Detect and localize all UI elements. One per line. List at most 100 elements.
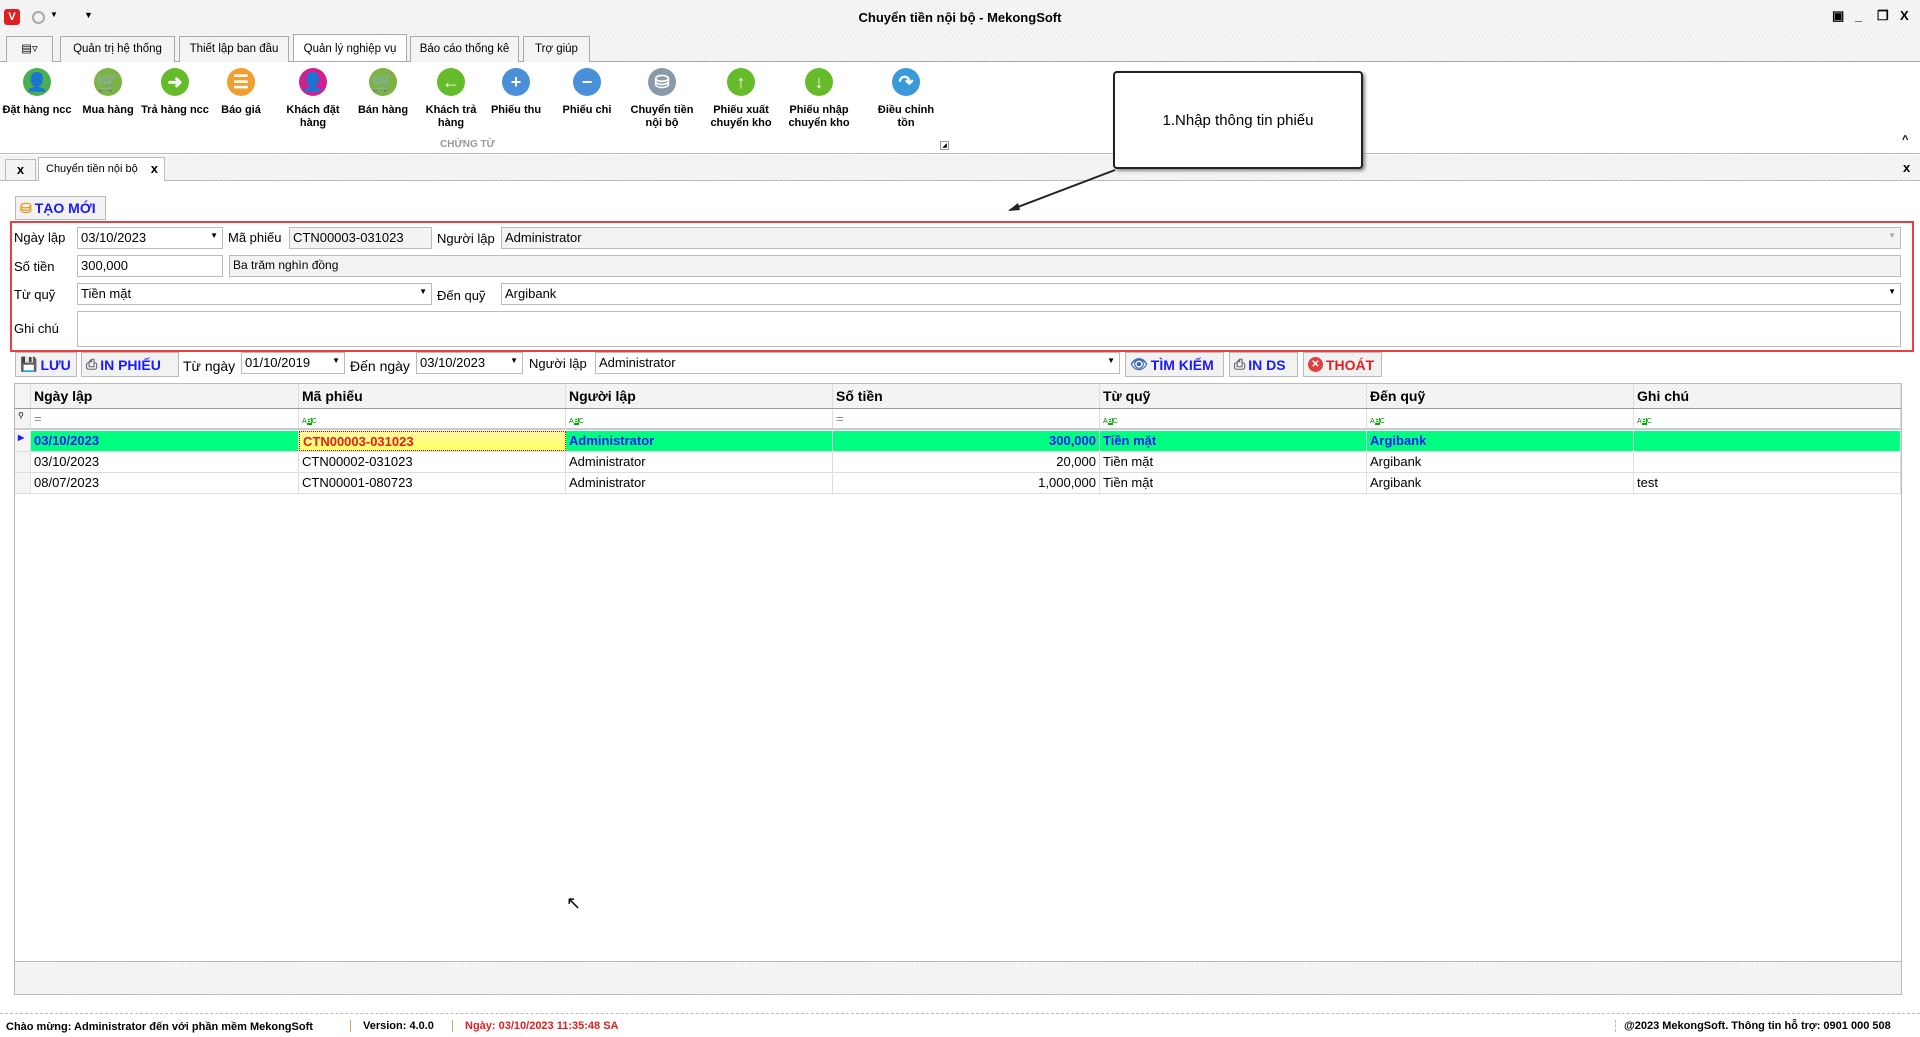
from-date[interactable]: 01/10/2019 ▼ xyxy=(241,352,345,374)
dropdown-icon[interactable]: ▼ xyxy=(1888,287,1896,296)
dropdown-icon[interactable]: ▼ xyxy=(510,356,518,365)
ngay-lap-date[interactable]: 03/10/2023 ▼ xyxy=(77,227,223,249)
ribbon-button-label: Khách đặt hàng xyxy=(286,104,340,129)
ribbon-button-5[interactable]: 🛒 Bán hàng xyxy=(347,66,419,117)
filter-cell[interactable]: ABC xyxy=(1100,409,1367,428)
ribbon-button-10[interactable]: ↑ Phiếu xuất chuyển kho xyxy=(705,66,777,130)
filter-cell[interactable]: ABC xyxy=(299,409,566,428)
print-button[interactable]: ⎙ IN PHIẾU xyxy=(81,352,179,377)
new-button[interactable]: ⛁ TẠO MỚI xyxy=(15,196,106,220)
doc-tab-chuyen-tien[interactable]: Chuyển tiền nội bộ x xyxy=(38,157,165,181)
dropdown-icon[interactable]: ▼ xyxy=(1107,356,1115,365)
to-date-label: Đến ngày xyxy=(350,358,410,374)
grid-cell[interactable]: CTN00001-080723 xyxy=(299,473,566,493)
filter-cell[interactable]: = xyxy=(31,409,299,428)
from-date-value: 01/10/2019 xyxy=(245,355,311,370)
grid-cell[interactable]: Argibank xyxy=(1367,431,1634,451)
grid-cell[interactable]: CTN00002-031023 xyxy=(299,452,566,472)
save-icon: 💾 xyxy=(20,356,38,372)
user-filter-combo[interactable]: Administrator ▼ xyxy=(595,352,1120,374)
ribbon-button-12[interactable]: ↷ Điều chỉnh tồn xyxy=(870,66,942,130)
tab-quan-tri-he-thong[interactable]: Quản trị hệ thống xyxy=(60,36,175,62)
grid-cell[interactable]: 03/10/2023 xyxy=(31,452,299,472)
ribbon-button-6[interactable]: ← Khách trả hàng xyxy=(415,66,487,130)
group-launcher-icon[interactable]: ◢ xyxy=(940,141,949,150)
grid-cell[interactable]: Argibank xyxy=(1367,452,1634,472)
filter-cell[interactable]: ABC xyxy=(1367,409,1634,428)
tab-quan-ly-nghiep-vu[interactable]: Quản lý nghiệp vụ xyxy=(293,34,407,61)
dropdown-icon[interactable]: ▼ xyxy=(332,356,340,365)
filter-cell[interactable]: ABC xyxy=(566,409,833,428)
ribbon-button-0[interactable]: 👤 Đặt hàng ncc xyxy=(1,66,73,117)
ribbon-button-4[interactable]: 👤 Khách đặt hàng xyxy=(277,66,349,130)
filter-cell[interactable]: ABC xyxy=(1634,409,1901,428)
minimize-button[interactable]: _ xyxy=(1855,8,1862,23)
ribbon-button-11[interactable]: ↓ Phiếu nhập chuyển kho xyxy=(783,66,855,130)
column-header[interactable]: Ghi chú xyxy=(1634,384,1901,408)
so-tien-input[interactable]: 300,000 xyxy=(77,255,223,277)
ghi-chu-textarea[interactable] xyxy=(77,311,1901,347)
column-header[interactable]: Từ quỹ xyxy=(1100,384,1367,408)
grid-cell[interactable] xyxy=(1634,431,1901,451)
ribbon-button-1[interactable]: 🛒 Mua hàng xyxy=(72,66,144,117)
grid-cell[interactable] xyxy=(1634,452,1901,472)
ribbon-button-2[interactable]: ➜ Trả hàng ncc xyxy=(139,66,211,117)
column-header[interactable]: Số tiền xyxy=(833,384,1100,408)
column-header[interactable]: Mã phiếu xyxy=(299,384,566,408)
exit-button[interactable]: ✕ THOÁT xyxy=(1303,352,1382,377)
save-button[interactable]: 💾 LƯU xyxy=(15,352,77,377)
table-row[interactable]: 08/07/2023 CTN00001-080723 Administrator 1,… xyxy=(15,473,1901,494)
nguoi-lap-label: Người lập xyxy=(437,231,495,246)
grid-cell[interactable]: Administrator xyxy=(566,452,833,472)
column-header[interactable]: Ngày lập xyxy=(31,384,299,408)
ribbon-group-label: CHỨNG TỪ xyxy=(440,139,495,150)
column-header[interactable]: Người lập xyxy=(566,384,833,408)
grid-cell[interactable]: Tiền mặt xyxy=(1100,452,1367,472)
ribbon-button-7[interactable]: + Phiếu thu xyxy=(480,66,552,117)
ribbon-button-3[interactable]: ☰ Báo giá xyxy=(205,66,277,117)
screenshot-icon[interactable]: ▣ xyxy=(1832,8,1844,24)
tu-quy-combo[interactable]: Tiền mặt ▼ xyxy=(77,283,432,305)
grid-cell[interactable]: 03/10/2023 xyxy=(31,431,299,451)
close-tab-icon[interactable]: x xyxy=(151,161,158,176)
column-header[interactable]: Đến quỹ xyxy=(1367,384,1634,408)
table-row[interactable]: ▶ 03/10/2023 CTN00003-031023 Administrator 3… xyxy=(15,431,1901,452)
grid-cell[interactable]: test xyxy=(1634,473,1901,493)
print-list-button[interactable]: ⎙ IN DS xyxy=(1229,352,1298,377)
to-date[interactable]: 03/10/2023 ▼ xyxy=(416,352,523,374)
so-tien-in-words: Ba trăm nghìn đồng xyxy=(229,255,1901,277)
close-button[interactable]: X xyxy=(1900,8,1909,23)
search-button[interactable]: 👁 TÌM KIẾM xyxy=(1125,352,1224,377)
grid-cell[interactable]: 1,000,000 xyxy=(833,473,1100,493)
den-quy-combo[interactable]: Argibank ▼ xyxy=(501,283,1901,305)
close-all-tabs-icon[interactable]: x xyxy=(5,159,36,181)
ribbon-icon: 🛒 xyxy=(94,68,122,96)
grid-cell[interactable]: 20,000 xyxy=(833,452,1100,472)
restore-button[interactable]: ❐ xyxy=(1877,8,1889,24)
grid-cell[interactable]: 08/07/2023 xyxy=(31,473,299,493)
ribbon-button-label: Bán hàng xyxy=(357,104,409,116)
nguoi-lap-value: Administrator xyxy=(505,230,582,245)
grid-cell[interactable]: Argibank xyxy=(1367,473,1634,493)
tab-bao-cao-thong-ke[interactable]: Báo cáo thống kê xyxy=(410,36,519,62)
grid-cell[interactable]: Administrator xyxy=(566,431,833,451)
tab-tro-giup[interactable]: Trợ giúp xyxy=(523,36,590,62)
grid-cell[interactable]: 300,000 xyxy=(833,431,1100,451)
dropdown-icon[interactable]: ▼ xyxy=(210,231,218,240)
grid-cell[interactable]: Administrator xyxy=(566,473,833,493)
dropdown-icon[interactable]: ▼ xyxy=(419,287,427,296)
table-row[interactable]: 03/10/2023 CTN00002-031023 Administrator 20… xyxy=(15,452,1901,473)
filter-row[interactable]: ⚲ = ABC ABC = ABC ABC ABC xyxy=(15,409,1901,430)
grid-cell[interactable]: Tiền mặt xyxy=(1100,431,1367,451)
collapse-ribbon-icon[interactable]: ^ xyxy=(1902,134,1908,146)
grid-cell[interactable]: CTN00003-031023 xyxy=(299,431,566,451)
ribbon-button-9[interactable]: ⛁ Chuyển tiền nội bộ xyxy=(626,66,698,130)
tab-thiet-lap-ban-dau[interactable]: Thiết lập ban đầu xyxy=(179,36,289,62)
close-document-icon[interactable]: x xyxy=(1903,160,1910,175)
grid-cell[interactable]: Tiền mặt xyxy=(1100,473,1367,493)
filter-cell[interactable]: = xyxy=(833,409,1100,428)
ribbon-icon: − xyxy=(573,68,601,96)
ribbon-button-8[interactable]: − Phiếu chi xyxy=(551,66,623,117)
ribbon-menu-icon[interactable]: ▤▿ xyxy=(6,36,53,62)
row-indicator xyxy=(15,452,31,472)
